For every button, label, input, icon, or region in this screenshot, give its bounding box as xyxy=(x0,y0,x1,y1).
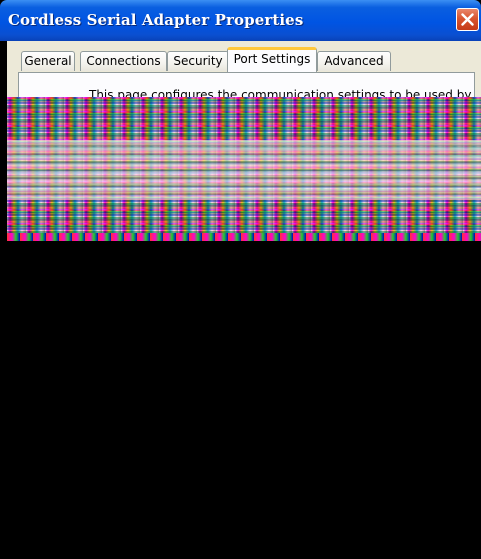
tab-security[interactable]: Security xyxy=(167,51,229,71)
tab-port-settings[interactable]: Port Settings xyxy=(227,47,317,72)
corrupted-region-overlay xyxy=(7,140,481,200)
tab-connections[interactable]: Connections xyxy=(80,51,167,71)
window-title: Cordless Serial Adapter Properties xyxy=(8,11,304,29)
title-bar[interactable]: Cordless Serial Adapter Properties xyxy=(0,0,481,41)
tab-strip: General Connections Security Port Settin… xyxy=(7,47,481,73)
corrupted-region-edge xyxy=(7,233,481,241)
properties-dialog: Cordless Serial Adapter Properties Gener… xyxy=(0,0,481,559)
tab-general[interactable]: General xyxy=(21,51,75,71)
close-icon xyxy=(461,13,474,26)
blank-region xyxy=(7,241,481,559)
tab-advanced[interactable]: Advanced xyxy=(317,51,391,71)
close-button[interactable] xyxy=(456,8,479,31)
